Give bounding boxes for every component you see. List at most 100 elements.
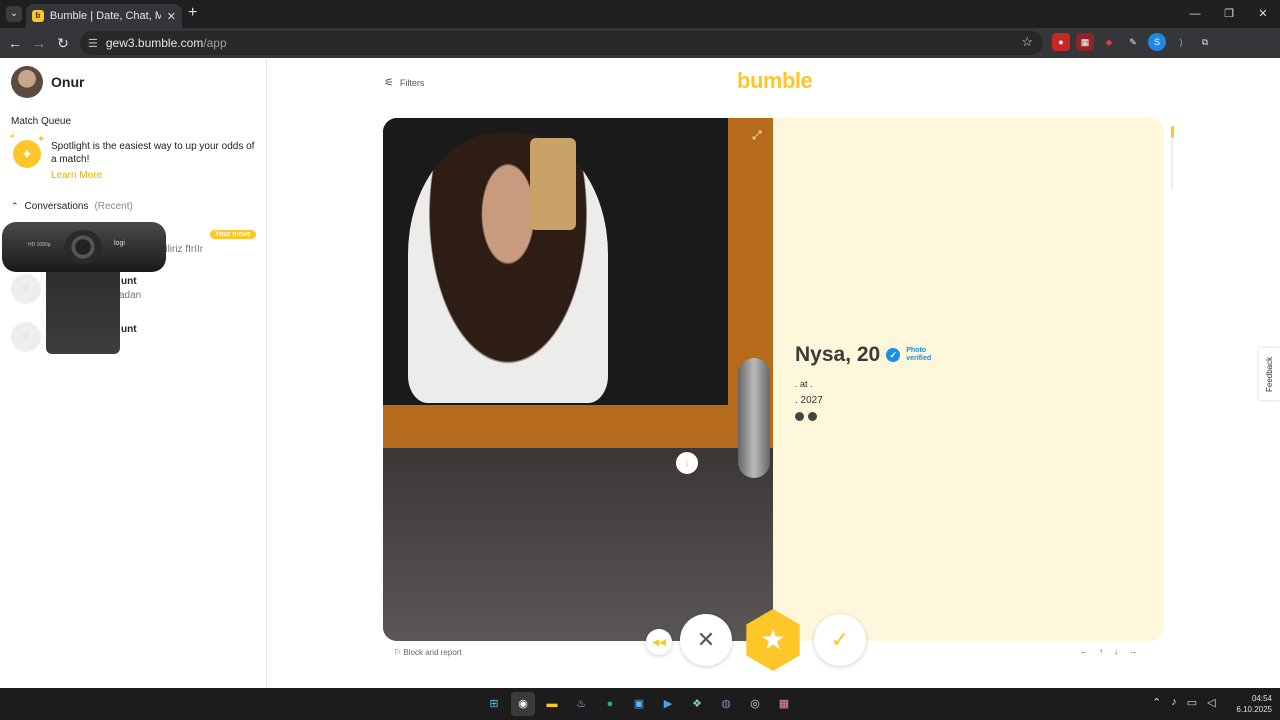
webcam-lens bbox=[64, 230, 102, 264]
user-name: Onur bbox=[51, 74, 85, 90]
backtrack-button[interactable]: ◀◀ bbox=[646, 629, 672, 655]
address-bar[interactable]: ☰ gew3.bumble.com/app ☆ bbox=[80, 31, 1043, 55]
phone bbox=[530, 138, 576, 230]
learn-more-link[interactable]: Learn More bbox=[51, 170, 102, 181]
display-icon[interactable]: ▭ bbox=[1187, 696, 1197, 709]
app-icon[interactable]: ❖ bbox=[685, 692, 709, 716]
minimize-button[interactable]: — bbox=[1178, 0, 1212, 28]
taskbar-clock[interactable]: 04:54 6.10.2025 bbox=[1230, 693, 1272, 715]
sparkle-icon: ✦ bbox=[9, 132, 16, 141]
browser-tab-strip: ⌄ b Bumble | Date, Chat, Meet New ✕ + — … bbox=[0, 0, 1280, 28]
verified-check-icon: ✓ bbox=[886, 348, 901, 362]
badge-icon bbox=[808, 412, 817, 421]
user-profile[interactable]: Onur bbox=[11, 66, 84, 98]
site-info-icon[interactable]: ☰ bbox=[88, 37, 98, 50]
calendar-extension-icon[interactable]: ▦ bbox=[1076, 33, 1094, 51]
extension-icon[interactable]: ● bbox=[1052, 33, 1070, 51]
key-left-hint: ← bbox=[1080, 647, 1088, 656]
extension-icon[interactable]: S bbox=[1148, 33, 1166, 51]
reload-icon[interactable]: ↻ bbox=[51, 35, 75, 52]
extension-icon[interactable]: ◆ bbox=[1100, 33, 1118, 51]
extension-icon[interactable]: ) bbox=[1172, 33, 1190, 51]
badge-icon bbox=[795, 412, 804, 421]
extensions-bar: ● ▦ ◆ ✎ S ) ⧉ bbox=[1052, 33, 1214, 51]
tab-close-icon[interactable]: ✕ bbox=[167, 10, 176, 23]
window-controls: — ❐ ✕ bbox=[1178, 0, 1280, 28]
extensions-puzzle-icon[interactable]: ⧉ bbox=[1196, 33, 1214, 51]
profile-photo[interactable]: ⤢ ↓ bbox=[383, 118, 773, 641]
spotlight-text: Spotlight is the easiest way to up your … bbox=[51, 141, 255, 165]
steam-icon[interactable]: ♨ bbox=[569, 692, 593, 716]
feedback-tab[interactable]: Feedback bbox=[1259, 348, 1280, 400]
profile-name-age: Nysa, 20 ✓ Photo verified bbox=[795, 343, 938, 367]
profile-education: . 2027 bbox=[795, 395, 823, 406]
person-figure bbox=[408, 133, 608, 403]
bookmark-star-icon[interactable]: ☆ bbox=[1021, 34, 1033, 50]
system-tray: ⌃ ♪ ▭ ◁ bbox=[1152, 696, 1216, 709]
restore-button[interactable]: ❐ bbox=[1212, 0, 1246, 28]
webcam-overlay: HD 1080p logi bbox=[2, 222, 166, 354]
pass-button[interactable]: ✕ bbox=[680, 614, 732, 666]
floor bbox=[383, 448, 773, 641]
filters-button[interactable]: ⚟ Filters bbox=[384, 76, 424, 89]
url-host: gew3.bumble.com bbox=[105, 36, 204, 50]
photo-verified-label: Photo verified bbox=[906, 347, 932, 362]
media-player-icon[interactable]: ▶ bbox=[656, 692, 680, 716]
browser-tab[interactable]: b Bumble | Date, Chat, Meet New ✕ bbox=[26, 4, 182, 28]
name-age-text: Nysa, 20 bbox=[795, 343, 881, 366]
clock-time: 04:54 bbox=[1251, 694, 1272, 703]
chrome-icon[interactable]: ◉ bbox=[511, 692, 535, 716]
webcam-brand-label: logi bbox=[114, 240, 125, 247]
scrollbar-thumb[interactable] bbox=[1171, 126, 1174, 138]
forward-arrow-icon[interactable]: → bbox=[27, 35, 51, 51]
discord-icon[interactable]: ◍ bbox=[714, 692, 738, 716]
new-tab-button[interactable]: + bbox=[188, 5, 197, 21]
taskbar-apps: ⊞ ◉ ▬ ♨ ● ▣ ▶ ❖ ◍ ◎ ▦ bbox=[482, 692, 796, 716]
block-report-link[interactable]: ⚐ Block and report bbox=[394, 648, 462, 657]
close-window-button[interactable]: ✕ bbox=[1246, 0, 1280, 28]
url-path: /app bbox=[203, 36, 227, 50]
conversations-header[interactable]: ⌃ Conversations (Recent) bbox=[11, 201, 133, 212]
microphone-icon[interactable]: ♪ bbox=[1171, 696, 1177, 709]
webcam-stand bbox=[46, 272, 120, 354]
chevron-up-icon[interactable]: ⌃ bbox=[11, 201, 19, 212]
back-arrow-icon[interactable]: ← bbox=[3, 35, 27, 51]
eyedropper-icon[interactable]: ✎ bbox=[1124, 33, 1142, 51]
windows-start-icon[interactable]: ⊞ bbox=[482, 692, 506, 716]
filters-label: Filters bbox=[399, 77, 425, 88]
app-icon[interactable]: ▦ bbox=[772, 692, 796, 716]
key-up-hint: ↑ bbox=[1099, 647, 1103, 656]
photos-icon[interactable]: ▣ bbox=[627, 692, 651, 716]
like-button[interactable]: ✓ bbox=[814, 614, 866, 666]
expand-icon[interactable]: ⤢ bbox=[752, 128, 762, 143]
tab-search-icon[interactable]: ⌄ bbox=[6, 6, 22, 22]
tab-title: Bumble | Date, Chat, Meet New bbox=[49, 10, 161, 22]
avatar[interactable] bbox=[11, 66, 43, 98]
volume-icon[interactable]: ◁ bbox=[1207, 696, 1215, 709]
page: Onur Match Queue ✦ ✦ ✦ Spotlight is the … bbox=[0, 58, 1280, 688]
tray-chevron-icon[interactable]: ⌃ bbox=[1152, 696, 1161, 709]
bumble-logo[interactable]: bumble bbox=[737, 68, 813, 94]
browser-toolbar: ← → ↻ ☰ gew3.bumble.com/app ☆ ● ▦ ◆ ✎ S … bbox=[0, 28, 1280, 78]
url-text: gew3.bumble.com/app bbox=[106, 36, 227, 50]
match-queue-heading: Match Queue bbox=[11, 116, 72, 127]
profile-card: ⤢ ↓ Nysa, 20 ✓ Photo verified . at . . 2… bbox=[383, 118, 1164, 641]
sidebar: Onur Match Queue ✦ ✦ ✦ Spotlight is the … bbox=[0, 58, 267, 688]
key-down-hint: ↓ bbox=[1114, 647, 1118, 656]
scroll-down-icon[interactable]: ↓ bbox=[676, 452, 698, 474]
bumble-favicon-icon: b bbox=[32, 10, 44, 22]
block-report-label: Block and report bbox=[403, 648, 462, 657]
conversations-recent-label: (Recent) bbox=[94, 201, 133, 212]
clock-date: 6.10.2025 bbox=[1236, 705, 1272, 714]
scrollbar-track[interactable] bbox=[1171, 138, 1173, 190]
profile-job: . at . bbox=[795, 379, 813, 389]
sliders-icon: ⚟ bbox=[384, 77, 394, 89]
file-explorer-icon[interactable]: ▬ bbox=[540, 692, 564, 716]
conversations-label: Conversations bbox=[24, 201, 89, 212]
door-handle bbox=[738, 358, 770, 478]
key-right-hint: → bbox=[1129, 647, 1137, 656]
profile-badges bbox=[795, 412, 938, 421]
app-icon[interactable]: ◎ bbox=[743, 692, 767, 716]
webcam-model-label: HD 1080p bbox=[28, 242, 51, 248]
spotify-icon[interactable]: ● bbox=[598, 692, 622, 716]
